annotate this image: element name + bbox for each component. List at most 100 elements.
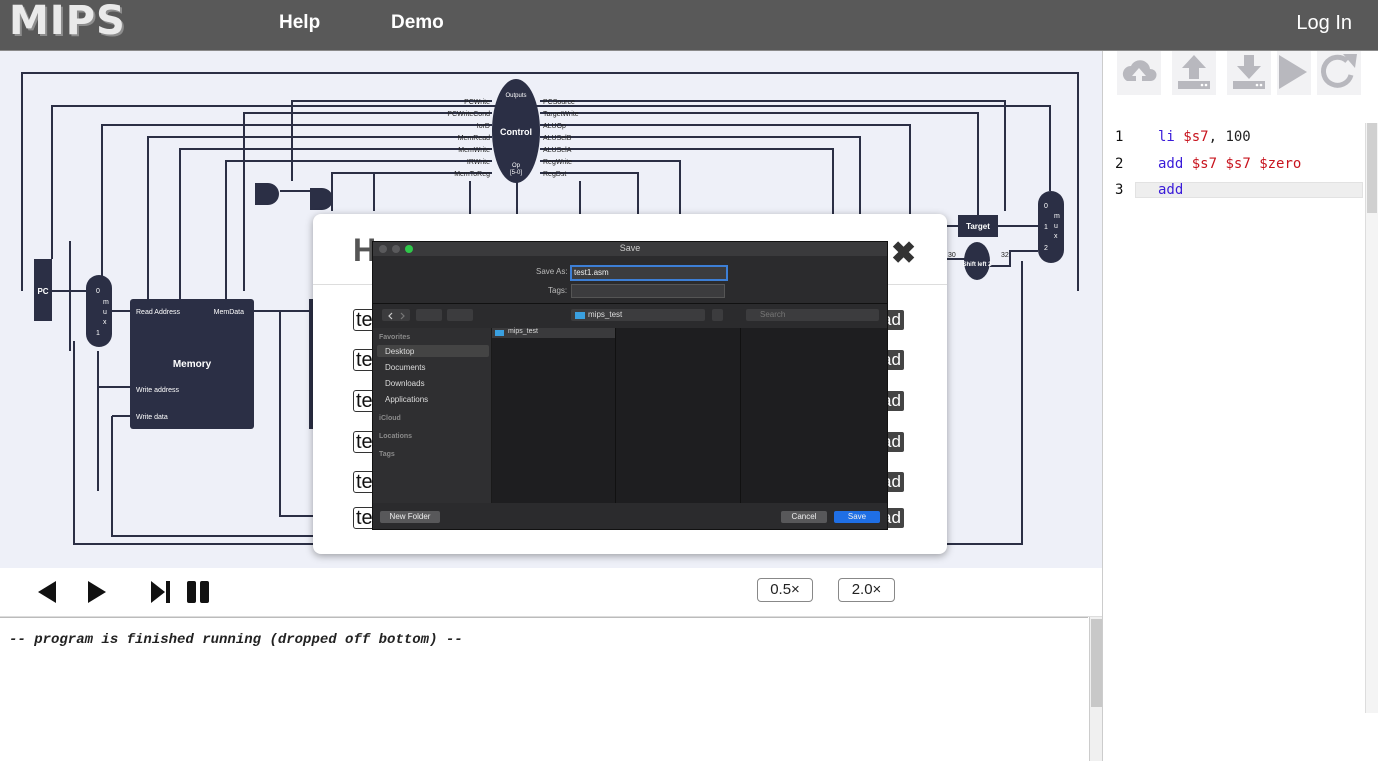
sidebar-item-applications[interactable]: Applications <box>385 395 428 404</box>
mem-read-address: Read Address <box>136 309 180 316</box>
save-as-label: Save As: <box>536 267 568 276</box>
favorites-header: Favorites <box>379 334 411 341</box>
tags-label: Tags: <box>548 286 568 295</box>
mux-2 <box>1038 191 1064 263</box>
close-icon[interactable]: ✖ <box>891 236 916 271</box>
code-arg: $s7 <box>1183 129 1209 145</box>
code-op: li <box>1158 129 1175 145</box>
new-folder-button[interactable]: New Folder <box>380 511 440 523</box>
play-icon[interactable] <box>82 577 112 607</box>
view-mode-icon[interactable] <box>416 309 442 321</box>
console-scroll-thumb[interactable] <box>1091 619 1102 707</box>
download-icon[interactable] <box>1227 51 1271 95</box>
run-icon[interactable] <box>1277 51 1311 95</box>
mux2-m: m <box>1054 213 1060 220</box>
reset-icon[interactable] <box>1317 51 1361 95</box>
mux2-in0: 0 <box>1044 203 1048 210</box>
finder-column-1[interactable]: mips_test <box>492 328 616 503</box>
sig-pcwrite: PCWrite <box>464 99 490 106</box>
line-number: 3 <box>1115 182 1124 198</box>
sig-aluselb: ALUSelB <box>543 135 572 142</box>
playback-controls: 0.5× 2.0× <box>0 568 1102 617</box>
folder-icon <box>495 330 504 336</box>
sig-iord: IorD <box>477 123 490 130</box>
sig-pcsource: PCSource <box>543 99 575 106</box>
sidebar-item-downloads[interactable]: Downloads <box>385 379 425 388</box>
cancel-button[interactable]: Cancel <box>781 511 827 523</box>
location-label: mips_test <box>588 310 623 319</box>
save-dialog: Save Save As: test1.asm Tags: mips_test … <box>372 241 888 530</box>
editor-scrollbar[interactable] <box>1365 123 1378 713</box>
code-arg: , <box>1208 129 1226 145</box>
console-message: -- program is finished running (dropped … <box>9 632 463 648</box>
mux2-u: u <box>1054 223 1058 230</box>
finder-column-3[interactable] <box>741 328 887 503</box>
sig-regwrite: RegWrite <box>543 159 572 166</box>
control-op-label: Op <box>512 163 521 169</box>
sig-memtoreg: MemToReg <box>454 171 490 178</box>
code-line-3[interactable]: 3 add <box>1103 182 1361 200</box>
tags-header: Tags <box>379 451 395 458</box>
speed-slow-button[interactable]: 0.5× <box>757 578 813 602</box>
mux2-in1: 1 <box>1044 224 1048 231</box>
shift-out-width: 32 <box>1001 252 1009 259</box>
mux1-in0: 0 <box>96 288 100 295</box>
target-label: Target <box>966 222 990 231</box>
column-item-selected[interactable]: mips_test <box>492 328 615 338</box>
nav-help-link[interactable]: Help <box>279 12 320 34</box>
code-line-2[interactable]: 2 add $s7 $s7 $zero <box>1103 156 1361 174</box>
mux1-in1: 1 <box>96 330 100 337</box>
shift-left-unit <box>964 242 990 280</box>
mux2-in2: 2 <box>1044 245 1048 252</box>
pc-label: PC <box>37 287 48 296</box>
editor-toolbar <box>1117 51 1361 95</box>
dialog-titlebar: Save <box>373 242 887 256</box>
login-link[interactable]: Log In <box>1296 12 1352 35</box>
upload-icon[interactable] <box>1172 51 1216 95</box>
mux1-m: m <box>103 299 109 306</box>
new-folder-icon[interactable] <box>447 309 473 321</box>
save-button[interactable]: Save <box>834 511 880 523</box>
console-output[interactable]: -- program is finished running (dropped … <box>0 617 1088 762</box>
control-label: Control <box>500 127 532 137</box>
expand-icon[interactable] <box>712 309 723 321</box>
code-line-1[interactable]: 1 li $s7, 100 <box>1103 129 1361 147</box>
nav-demo-link[interactable]: Demo <box>391 12 444 34</box>
sidebar-item-documents[interactable]: Documents <box>385 363 425 372</box>
code-editor-panel: 1 li $s7, 100 2 add $s7 $s7 $zero 3 add <box>1102 51 1378 761</box>
sig-irwrite: IRWrite <box>467 159 490 166</box>
editor-scroll-thumb[interactable] <box>1367 123 1377 213</box>
dialog-title: Save <box>619 243 641 253</box>
locations-header: Locations <box>379 433 413 440</box>
code-arg: $zero <box>1259 156 1302 172</box>
cloud-upload-icon[interactable] <box>1117 51 1161 95</box>
sig-memread: MemRead <box>458 135 490 142</box>
pause-icon[interactable] <box>184 577 214 607</box>
location-popup[interactable]: mips_test <box>571 309 705 321</box>
tags-field[interactable] <box>571 284 725 298</box>
search-placeholder: Search <box>760 310 786 319</box>
sig-pcwritecond: PCWriteCond <box>447 111 490 118</box>
sidebar-item-desktop[interactable]: Desktop <box>385 347 414 356</box>
code-op: add <box>1158 182 1184 198</box>
code-op: add <box>1158 156 1184 172</box>
shift-label: Shift left 2 <box>962 262 992 268</box>
control-outputs-label: Outputs <box>505 93 526 99</box>
step-back-icon[interactable] <box>32 577 62 607</box>
and-gate-2 <box>310 188 333 210</box>
console-scrollbar[interactable] <box>1089 617 1103 761</box>
mem-memdata: MemData <box>214 309 244 316</box>
mux1-u: u <box>103 309 107 316</box>
dialog-separator <box>373 303 887 304</box>
finder-column-2[interactable] <box>616 328 741 503</box>
code-arg: $s7 <box>1191 156 1218 172</box>
sig-aluop: ALUOp <box>543 123 566 130</box>
save-as-field[interactable]: test1.asm <box>570 265 728 281</box>
mem-write-data: Write data <box>136 414 168 421</box>
code-arg: $s7 <box>1225 156 1251 172</box>
step-forward-icon[interactable] <box>147 577 177 607</box>
app-logo[interactable]: MIPS <box>9 0 126 44</box>
back-forward-buttons[interactable] <box>382 309 410 321</box>
speed-fast-button[interactable]: 2.0× <box>838 578 895 602</box>
search-field[interactable]: Search <box>746 309 879 321</box>
